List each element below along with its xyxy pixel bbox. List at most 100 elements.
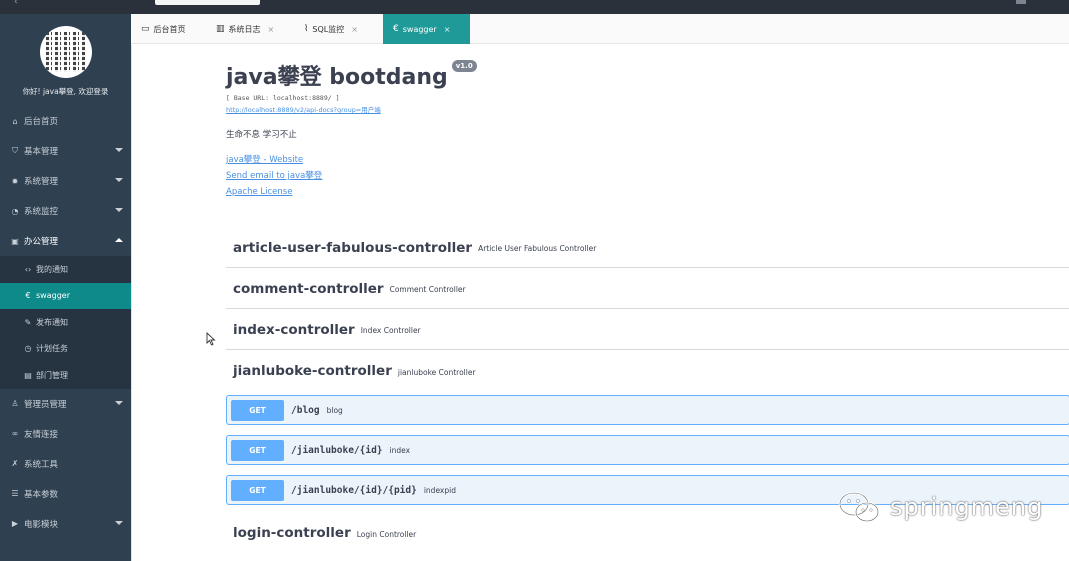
controller-section[interactable]: jianluboke-controller jianluboke Control…	[226, 351, 1069, 391]
controller-name: jianluboke-controller	[233, 363, 392, 379]
sidebar-subitem-department[interactable]: ▤ 部门管理	[0, 362, 131, 389]
sidebar-subitem-my-notice[interactable]: ‹› 我的通知	[0, 256, 131, 283]
close-icon[interactable]: ×	[444, 25, 451, 34]
chevron-down-icon	[115, 148, 123, 152]
link-icon: ∞	[11, 429, 19, 438]
api-title: java攀登 bootdang v1.0	[226, 59, 477, 91]
welcome-text: 你好! java攀登, 欢迎登录	[22, 87, 109, 96]
wechat-icon	[838, 491, 880, 523]
sidebar-item-label: 友情连接	[24, 429, 59, 440]
api-info: java攀登 bootdang v1.0 [ Base URL: localho…	[226, 59, 477, 201]
tab-bar: ▭ 后台首页 ▥ 系统日志 × ⌇ SQL监控 × € swagger ×	[131, 14, 1069, 44]
controller-desc: jianluboke Controller	[397, 367, 476, 377]
close-icon[interactable]: ×	[268, 25, 275, 34]
sidebar-item-friend-links[interactable]: ∞ 友情连接	[0, 419, 131, 449]
controller-desc: Index Controller	[360, 326, 421, 335]
sidebar-item-office-management[interactable]: ▣ 办公管理	[0, 226, 131, 256]
sidebar-item-label: 电影模块	[24, 519, 59, 530]
gear-icon: ✹	[11, 176, 19, 186]
sidebar-subitem-scheduled-tasks[interactable]: ◷ 计划任务	[0, 336, 131, 363]
avatar[interactable]	[40, 26, 92, 78]
tab-system-log[interactable]: ▥ 系统日志 ×	[206, 14, 293, 44]
operation-path: /jianluboke/{id}	[291, 444, 383, 456]
website-link[interactable]: java攀登 - Website	[226, 153, 477, 165]
clock-icon: ◷	[24, 344, 32, 354]
sidebar-item-admin-management[interactable]: ♙ 管理员管理	[0, 389, 131, 419]
pulse-icon: ⌇	[304, 24, 309, 34]
sidebar-subitem-label: 部门管理	[36, 370, 68, 380]
calendar-icon: ▤	[24, 370, 32, 380]
operation-desc: indexpid	[423, 485, 456, 495]
chevron-down-icon	[115, 178, 123, 182]
api-links: java攀登 - Website Send email to java攀登 Ap…	[226, 153, 477, 197]
swagger-content: java攀登 bootdang v1.0 [ Base URL: localho…	[131, 45, 1069, 561]
controller-name: index-controller	[233, 321, 355, 338]
sidebar-item-label: 基本参数	[24, 489, 59, 500]
base-url: [ Base URL: localhost:8889/ ]	[226, 94, 340, 102]
sidebar-item-basic-management[interactable]: ⛉ 基本管理	[0, 136, 131, 166]
operation-row[interactable]: GET /jianluboke/{id} index	[226, 435, 1069, 465]
controller-section[interactable]: article-user-fabulous-controller Article…	[226, 228, 1069, 268]
tab-swagger[interactable]: € swagger ×	[383, 14, 470, 44]
collapse-icon[interactable]: ‹	[14, 0, 18, 7]
api-docs-link[interactable]: http://localhost:8889/v2/api-docs?group=…	[226, 104, 477, 114]
sidebar-item-system-monitor[interactable]: ◔ 系统监控	[0, 196, 131, 226]
code-icon: ‹›	[24, 264, 32, 274]
controller-name: article-user-fabulous-controller	[233, 239, 473, 256]
controller-name: login-controller	[233, 525, 351, 541]
sidebar-item-label: 管理员管理	[24, 399, 67, 410]
version-badge: v1.0	[451, 60, 477, 72]
top-search-box[interactable]	[155, 0, 260, 5]
controller-section[interactable]: comment-controller Comment Controller	[226, 269, 1069, 309]
sidebar-item-label: 办公管理	[24, 237, 59, 247]
sidebar-item-home[interactable]: ⌂ 后台首页	[0, 106, 131, 136]
controller-desc: Comment Controller	[389, 285, 466, 294]
qr-code-image	[46, 32, 86, 72]
controller-desc: Login Controller	[356, 529, 417, 539]
sidebar-subitem-swagger[interactable]: € swagger	[0, 282, 131, 309]
operation-path: /blog	[291, 404, 320, 416]
sidebar-item-basic-params[interactable]: ☰ 基本参数	[0, 479, 131, 509]
top-bar: ‹	[0, 0, 1069, 14]
sidebar-menu: ⌂ 后台首页 ⛉ 基本管理 ✹ 系统管理 ◔ 系统监控 ▣ 办公管理 ‹› 我的…	[0, 106, 131, 539]
sidebar-item-system-management[interactable]: ✹ 系统管理	[0, 166, 131, 196]
tab-sql-monitor[interactable]: ⌇ SQL监控 ×	[294, 14, 383, 44]
api-description: 生命不息 学习不止	[226, 130, 297, 140]
tab-label: swagger	[402, 24, 437, 34]
tab-label: 后台首页	[153, 24, 186, 34]
dashboard-icon: ◔	[11, 206, 19, 216]
sidebar-item-system-tools[interactable]: ✗ 系统工具	[0, 449, 131, 479]
shield-icon: ⛉	[12, 146, 18, 155]
top-right-icon[interactable]	[1016, 0, 1026, 4]
controller-section[interactable]: index-controller Index Controller	[226, 310, 1069, 350]
sidebar-item-label: 基本管理	[24, 147, 59, 157]
list-icon: ☰	[11, 489, 19, 498]
operation-desc: index	[389, 445, 411, 455]
license-link[interactable]: Apache License	[226, 187, 477, 197]
sidebar-subitem-label: 我的通知	[36, 264, 68, 274]
sidebar-subitem-label: swagger	[36, 291, 70, 301]
chevron-down-icon	[115, 520, 123, 525]
office-submenu: ‹› 我的通知 € swagger ✎ 发布通知 ◷ 计划任务 ▤ 部门管理	[0, 256, 131, 389]
chevron-up-icon	[115, 238, 123, 242]
get-method-badge: GET	[231, 479, 284, 501]
api-title-text: java攀登 bootdang	[226, 65, 448, 90]
barcode-icon: ▥	[216, 24, 225, 34]
edit-icon: ✎	[24, 317, 32, 327]
swagger-icon: €	[25, 291, 31, 301]
sidebar-item-movie-module[interactable]: ▶ 电影模块	[0, 509, 131, 539]
sidebar-subitem-label: 计划任务	[36, 344, 68, 354]
mouse-cursor-icon	[206, 332, 216, 346]
watermark-text: springmeng	[890, 493, 1044, 521]
get-method-badge: GET	[231, 439, 284, 461]
sidebar-subitem-label: 发布通知	[36, 317, 68, 327]
close-icon[interactable]: ×	[351, 25, 358, 34]
tab-home[interactable]: ▭ 后台首页	[131, 14, 206, 44]
swagger-icon: €	[393, 24, 399, 34]
home-icon: ⌂	[12, 116, 18, 126]
operation-path: /jianluboke/{id}/{pid}	[291, 484, 417, 496]
email-link[interactable]: Send email to java攀登	[226, 169, 477, 181]
operation-row[interactable]: GET /blog blog	[226, 395, 1069, 425]
tab-label: 系统日志	[228, 24, 261, 34]
sidebar-subitem-publish-notice[interactable]: ✎ 发布通知	[0, 309, 131, 336]
